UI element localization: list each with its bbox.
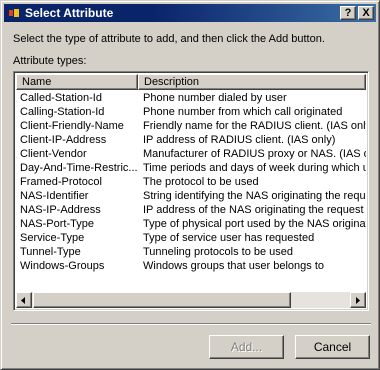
list-item[interactable]: Day-And-Time-Restric... Time periods and … [16,161,366,175]
list-item[interactable]: NAS-Port-Type Type of physical port used … [16,217,366,231]
scrollbar-thumb[interactable] [33,292,291,308]
scroll-left-button[interactable] [16,292,32,308]
attribute-name: Calling-Station-Id [20,106,105,118]
column-header-name[interactable]: Name [16,74,138,90]
attribute-name: NAS-IP-Address [20,204,101,216]
scroll-right-button[interactable] [350,292,366,308]
attribute-description: Phone number from which call originated [143,106,343,118]
list-item[interactable]: NAS-IP-Address IP address of the NAS orig… [16,203,366,217]
attribute-description: Tunneling protocols to be used [143,246,294,258]
attribute-description: IP address of the NAS originating the re… [143,204,366,216]
attribute-description: Time periods and days of week during whi… [143,162,366,174]
list-item[interactable]: Service-Type Type of service user has req… [16,231,366,245]
attribute-description: The protocol to be used [143,176,259,188]
list-item[interactable]: Client-IP-Address IP address of RADIUS cl… [16,133,366,147]
attribute-name: Tunnel-Type [20,246,81,258]
list-item[interactable]: Windows-Groups Windows groups that user b… [16,259,366,273]
attribute-name: Client-Vendor [20,148,87,160]
attribute-description: IP address of RADIUS client. (IAS only) [143,134,336,146]
attribute-description: Type of service user has requested [143,232,315,244]
attribute-list[interactable]: Name Description Called-Station-Id Phone … [13,71,369,311]
list-item[interactable]: Client-Friendly-Name Friendly name for th… [16,119,366,133]
list-body: Called-Station-Id Phone number dialed by … [16,91,366,291]
help-button[interactable]: ? [340,6,356,20]
instruction-text: Select the type of attribute to add, and… [13,33,325,45]
list-item[interactable]: Framed-Protocol The protocol to be used [16,175,366,189]
attribute-description: Friendly name for the RADIUS client. (IA… [143,120,366,132]
attribute-description: Manufacturer of RADIUS proxy or NAS. (IA… [143,148,366,160]
add-button[interactable]: Add... [209,335,284,359]
attribute-name: Service-Type [20,232,85,244]
attribute-name: Windows-Groups [20,260,105,272]
close-button[interactable]: X [358,6,374,20]
arrow-right-icon [356,296,360,304]
list-item[interactable]: Tunnel-Type Tunneling protocols to be use… [16,245,366,259]
title-bar[interactable]: Select Attribute ? X [4,4,376,22]
list-item[interactable]: NAS-Identifier String identifying the NAS… [16,189,366,203]
horizontal-scrollbar[interactable] [16,292,366,308]
select-attribute-dialog: Select Attribute ? X Select the type of … [0,0,380,370]
attribute-name: Framed-Protocol [20,176,102,188]
list-header: Name Description [16,74,366,90]
attribute-types-label: Attribute types: [13,55,87,67]
separator [11,323,371,325]
cancel-button[interactable]: Cancel [295,335,370,359]
attribute-name: NAS-Port-Type [20,218,94,230]
attribute-description: Type of physical port used by the NAS or… [143,218,366,230]
attribute-name: Day-And-Time-Restric... [20,162,138,174]
column-header-description[interactable]: Description [138,74,366,90]
list-item[interactable]: Calling-Station-Id Phone number from whic… [16,105,366,119]
attribute-name: Client-IP-Address [20,134,107,146]
attribute-description: Phone number dialed by user [143,92,287,104]
list-item[interactable]: Client-Vendor Manufacturer of RADIUS prox… [16,147,366,161]
list-item[interactable]: Called-Station-Id Phone number dialed by … [16,91,366,105]
attribute-description: String identifying the NAS originating t… [143,190,366,202]
app-icon [7,6,21,20]
attribute-name: NAS-Identifier [20,190,89,202]
attribute-name: Called-Station-Id [20,92,102,104]
attribute-description: Windows groups that user belongs to [143,260,324,272]
arrow-left-icon [21,296,25,304]
attribute-name: Client-Friendly-Name [20,120,124,132]
window-title: Select Attribute [25,6,114,20]
